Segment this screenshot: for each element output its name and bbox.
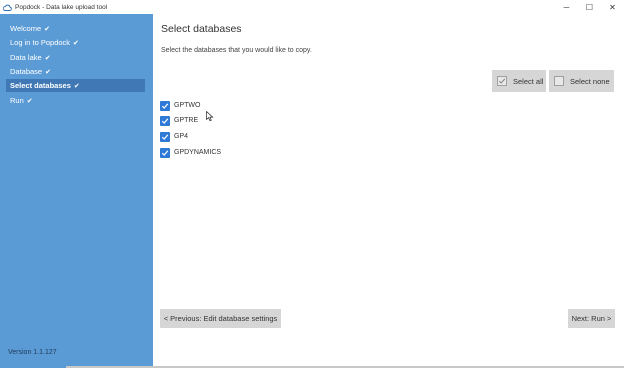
sidebar-item-label: Run	[10, 96, 24, 105]
database-name: GPDYNAMICS	[174, 149, 222, 156]
checkmark-icon	[161, 117, 169, 124]
instruction-text: Select the databases that you would like…	[161, 47, 312, 54]
version-label: Version 1.1.127	[8, 349, 57, 356]
select-none-label: Select none	[570, 76, 610, 86]
select-none-button[interactable]: Select none	[549, 70, 614, 92]
sidebar-item-label: Select databases	[10, 81, 71, 90]
sidebar-item-select-databases[interactable]: Select databases ✔	[6, 79, 145, 92]
check-icon: ✔	[44, 54, 51, 62]
checkmark-icon	[161, 149, 169, 156]
minimize-button[interactable]: ─	[555, 0, 578, 14]
database-row-gptre[interactable]: GPTRE	[160, 115, 198, 126]
sidebar-item-label: Log in to Popdock	[10, 38, 71, 47]
check-icon: ✔	[73, 82, 80, 90]
database-name: GPTRE	[174, 117, 199, 124]
previous-button[interactable]: < Previous: Edit database settings	[160, 309, 281, 328]
database-checkbox[interactable]	[160, 100, 170, 111]
main-panel: Select databases Select the databases th…	[153, 14, 624, 366]
close-icon: ✕	[609, 2, 616, 12]
checkbox-checked-icon	[497, 76, 507, 86]
database-row-gpdynamics[interactable]: GPDYNAMICS	[160, 147, 221, 158]
title-bar: Popdock - Data lake upload tool ─ ☐ ✕	[0, 0, 624, 14]
database-name: GPTWO	[174, 102, 201, 109]
sidebar-item-welcome[interactable]: Welcome ✔	[6, 22, 145, 35]
close-button[interactable]: ✕	[601, 0, 624, 14]
database-checkbox[interactable]	[160, 147, 170, 158]
select-all-button[interactable]: Select all	[492, 70, 546, 92]
sidebar-item-label: Data lake	[10, 53, 42, 62]
maximize-icon: ☐	[585, 2, 594, 12]
database-checkbox[interactable]	[160, 131, 170, 142]
wizard-sidebar: Welcome ✔ Log in to Popdock ✔ Data lake ✔ D…	[0, 14, 153, 366]
database-checkbox[interactable]	[160, 115, 170, 126]
checkbox-empty-icon	[554, 76, 564, 86]
check-icon: ✔	[26, 97, 33, 105]
sidebar-item-run[interactable]: Run ✔	[6, 94, 145, 107]
check-icon: ✔	[45, 68, 51, 76]
sidebar-item-login[interactable]: Log in to Popdock ✔	[6, 36, 145, 49]
mouse-cursor-icon	[206, 111, 214, 122]
sidebar-item-label: Welcome	[10, 24, 42, 33]
page-title: Select databases	[161, 23, 242, 35]
window-controls: ─ ☐ ✕	[555, 0, 624, 14]
database-row-gp4[interactable]: GP4	[160, 131, 188, 142]
select-all-label: Select all	[513, 76, 544, 86]
database-row-gptwo[interactable]: GPTWO	[160, 100, 200, 111]
sidebar-item-label: Database	[10, 67, 43, 76]
database-name: GP4	[174, 133, 189, 140]
minimize-icon: ─	[563, 2, 570, 12]
check-icon: ✔	[44, 25, 50, 33]
sidebar-item-database[interactable]: Database ✔	[6, 65, 145, 78]
popdock-cloud-icon	[3, 3, 12, 12]
checkmark-icon	[161, 133, 169, 140]
next-button[interactable]: Next: Run >	[568, 309, 615, 328]
window-title: Popdock - Data lake upload tool	[15, 3, 108, 11]
sidebar-item-data-lake[interactable]: Data lake ✔	[6, 51, 145, 64]
maximize-button[interactable]: ☐	[578, 0, 601, 14]
checkmark-icon	[161, 102, 169, 109]
check-icon: ✔	[73, 39, 79, 47]
